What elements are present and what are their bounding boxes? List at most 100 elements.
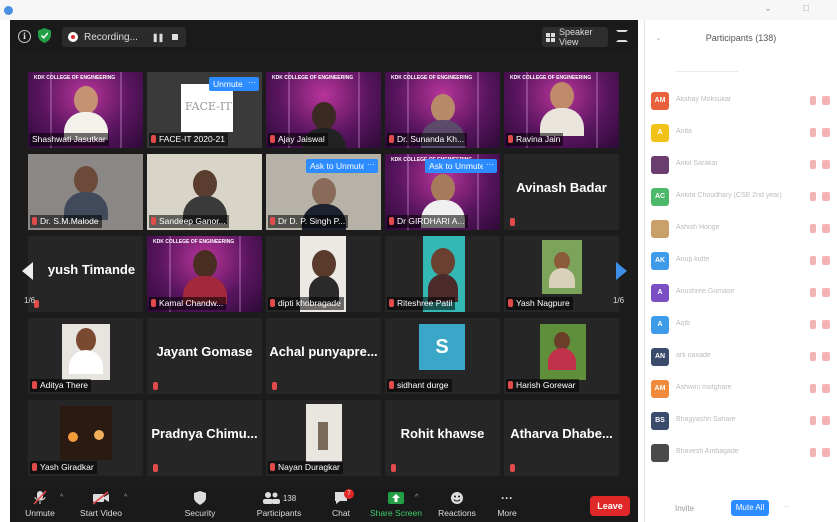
stop-recording-icon[interactable]: [172, 34, 179, 40]
video-tile[interactable]: Rohit khawse: [385, 400, 500, 476]
muted-mic-icon: [508, 135, 513, 143]
participant-name: sidhant durge: [387, 379, 452, 392]
participant-row[interactable]: Bhavesh Ambagade: [645, 440, 837, 472]
participant-search-field[interactable]: —————————: [675, 68, 738, 75]
video-tile[interactable]: FACE-IT Unmute ··· FACE-IT 2020-21: [147, 72, 262, 148]
participant-name: Riteshree Patil: [387, 297, 456, 310]
participant-name: Sandeep Ganor...: [149, 215, 229, 228]
participant-list-name: Akshay Moksukar: [676, 96, 732, 103]
participant-row[interactable]: AM Ashwini motghare: [645, 376, 837, 408]
video-tile[interactable]: Atharva Dhabe...: [504, 400, 619, 476]
audio-options-chevron-icon[interactable]: ^: [60, 494, 63, 501]
muted-mic-icon: [270, 135, 275, 143]
participant-row[interactable]: A Aqib: [645, 312, 837, 344]
participant-row[interactable]: Ankit Sarakar: [645, 152, 837, 184]
participant-name: Harish Gorewar: [506, 379, 579, 392]
video-tile[interactable]: KDK COLLEGE OF ENGINEERING Dr. Sunanda K…: [385, 72, 500, 148]
unmute-button[interactable]: Unmute: [20, 488, 60, 522]
muted-status-icons: [806, 384, 832, 394]
muted-status-icons: [806, 160, 832, 170]
participant-name: yush Timande: [47, 262, 136, 277]
chat-button[interactable]: 7 Chat: [326, 488, 356, 522]
participants-icon: [262, 492, 280, 504]
video-tile[interactable]: Yash Nagpure: [504, 236, 619, 312]
video-options-chevron-icon[interactable]: ^: [124, 494, 127, 501]
participant-row[interactable]: AC Ankita Choudhary (CSE 2nd year): [645, 184, 837, 216]
meeting-view: i Recording... ❚❚ Speaker View KDK COLLE…: [10, 20, 638, 522]
participant-list-name: Bhavesh Ambagade: [676, 448, 739, 455]
video-tile[interactable]: KDK COLLEGE OF ENGINEERING Ajay Jaiswal: [266, 72, 381, 148]
participant-row[interactable]: AN arti naxade: [645, 344, 837, 376]
security-shield-icon: [194, 491, 206, 505]
video-tile[interactable]: Ask to Unmute ··· Dr D. P. Singh P...: [266, 154, 381, 230]
video-tile[interactable]: KDK COLLEGE OF ENGINEERING Shashwati Jas…: [28, 72, 143, 148]
participant-row[interactable]: A Anushree Gomase: [645, 280, 837, 312]
meeting-info-icon[interactable]: i: [18, 30, 31, 43]
video-tile[interactable]: Sandeep Ganor...: [147, 154, 262, 230]
video-tile[interactable]: Achal punyapre...: [266, 318, 381, 394]
participant-name: Achal punyapre...: [269, 344, 378, 359]
leave-button[interactable]: Leave: [590, 496, 630, 516]
video-tile[interactable]: KDK COLLEGE OF ENGINEERING Ask to Unmute…: [385, 154, 500, 230]
share-options-chevron-icon[interactable]: ^: [415, 494, 418, 501]
pause-recording-icon[interactable]: ❚❚: [152, 33, 164, 42]
zoom-window: ⌄ □ i Recording... ❚❚ Speaker View KDK C…: [0, 0, 837, 522]
mute-all-button[interactable]: Mute All: [731, 500, 769, 516]
participants-button[interactable]: 138 Participants: [254, 488, 304, 522]
security-button[interactable]: Security: [180, 488, 220, 522]
participant-row[interactable]: AM Akshay Moksukar: [645, 88, 837, 120]
video-tile[interactable]: Nayan Duragkar: [266, 400, 381, 476]
participant-row[interactable]: A Anita: [645, 120, 837, 152]
more-button[interactable]: ··· More: [492, 488, 522, 522]
previous-page-arrow-icon[interactable]: [22, 262, 33, 280]
participant-name: FACE-IT 2020-21: [149, 133, 228, 146]
panel-more-button[interactable]: ...: [783, 500, 790, 509]
start-video-button[interactable]: Start Video: [76, 488, 126, 522]
participants-count: 138: [282, 493, 297, 503]
video-tile[interactable]: S sidhant durge: [385, 318, 500, 394]
participant-row[interactable]: AK Anup kutte: [645, 248, 837, 280]
muted-mic-icon: [151, 135, 156, 143]
video-tile[interactable]: Avinash Badar: [504, 154, 619, 230]
video-tile[interactable]: dipti khobragade: [266, 236, 381, 312]
participant-name: Dr GIRDHARI A...: [387, 215, 468, 228]
muted-mic-icon: [151, 299, 156, 307]
video-tile[interactable]: Riteshree Patil: [385, 236, 500, 312]
video-tile[interactable]: Dr. S.M.Malode: [28, 154, 143, 230]
share-screen-icon: [388, 492, 404, 504]
video-tile[interactable]: KDK COLLEGE OF ENGINEERING Ravina Jain: [504, 72, 619, 148]
unmute-request-button[interactable]: Unmute: [209, 77, 247, 91]
ask-to-unmute-button[interactable]: Ask to Unmute: [306, 159, 370, 173]
video-tile[interactable]: yush Timande: [28, 236, 143, 312]
tile-more-button[interactable]: ···: [364, 159, 378, 173]
speaker-view-button[interactable]: Speaker View: [542, 27, 608, 47]
invite-button[interactable]: Invite: [675, 504, 694, 513]
page-indicator-right: 1/6: [613, 296, 625, 305]
muted-mic-icon: [510, 464, 515, 472]
participant-name: Atharva Dhabe...: [510, 426, 613, 441]
more-dots-icon: ···: [501, 491, 513, 505]
tile-more-button[interactable]: ···: [483, 159, 497, 173]
recording-indicator[interactable]: Recording... ❚❚: [62, 27, 186, 47]
video-tile[interactable]: Aditya There: [28, 318, 143, 394]
face-it-logo: FACE-IT: [181, 84, 233, 132]
fullscreen-icon[interactable]: [616, 30, 628, 42]
video-tile[interactable]: KDK COLLEGE OF ENGINEERING Kamal Chandw.…: [147, 236, 262, 312]
video-tile[interactable]: Harish Gorewar: [504, 318, 619, 394]
participant-list-name: Anita: [676, 128, 692, 135]
avatar: AM: [651, 380, 669, 398]
participant-name: Yash Nagpure: [506, 297, 573, 310]
reactions-button[interactable]: Reactions: [434, 488, 480, 522]
ask-to-unmute-button[interactable]: Ask to Unmute: [425, 159, 489, 173]
window-controls[interactable]: ⌄ □: [764, 3, 823, 14]
video-tile[interactable]: Yash Giradkar: [28, 400, 143, 476]
video-tile[interactable]: Jayant Gomase: [147, 318, 262, 394]
encryption-shield-icon[interactable]: [38, 28, 51, 43]
participant-row[interactable]: Ashish Honge: [645, 216, 837, 248]
tile-more-button[interactable]: ···: [245, 77, 259, 91]
participant-list-name: Aqib: [676, 320, 691, 327]
muted-mic-icon: [272, 382, 277, 390]
video-tile[interactable]: Pradnya Chimu...: [147, 400, 262, 476]
next-page-arrow-icon[interactable]: [616, 262, 627, 280]
participant-row[interactable]: BS Bhagyashri Sahare: [645, 408, 837, 440]
